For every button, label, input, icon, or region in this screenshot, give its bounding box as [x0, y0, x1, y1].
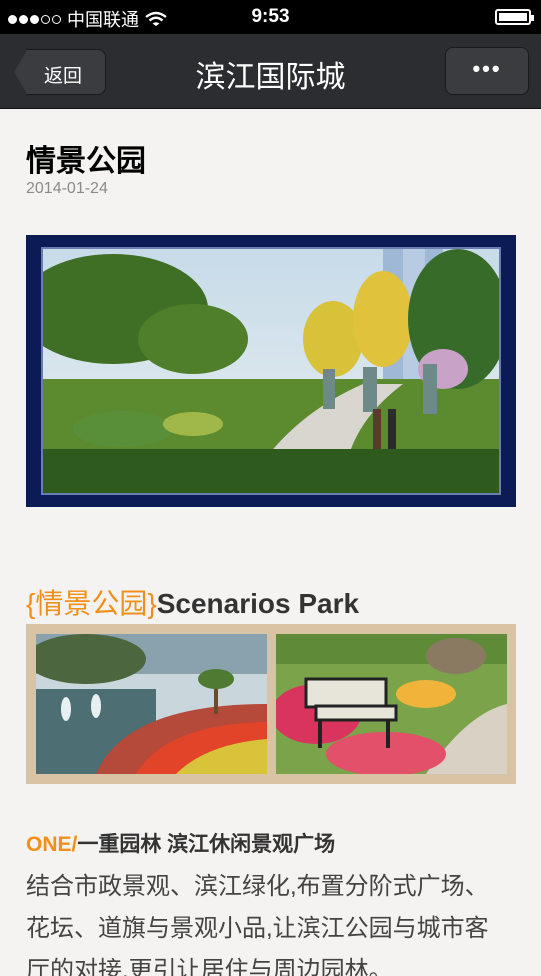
bench-photo	[276, 634, 507, 774]
nav-bar: 返回 滨江国际城 •••	[0, 34, 541, 109]
subsection-title: 一重园林 滨江休闲景观广场	[77, 833, 336, 856]
article-date: 2014-01-24	[26, 180, 108, 197]
hero-image	[26, 235, 516, 507]
section-heading-en: Scenarios Park	[156, 588, 360, 619]
subsection-number: ONE/	[26, 833, 78, 856]
more-options-button[interactable]: •••	[445, 47, 529, 95]
status-time: 9:53	[251, 6, 290, 27]
fountain-photo	[36, 634, 267, 774]
subsection-heading: ONE/一重园林 滨江休闲景观广场	[26, 828, 335, 858]
section-heading-cn: {情景公园}	[26, 588, 157, 619]
battery-icon	[495, 9, 534, 25]
section-heading: {情景公园}Scenarios Park	[26, 582, 359, 622]
article-title: 情景公园	[26, 145, 146, 178]
status-bar: 中国联通 9:53	[0, 0, 541, 34]
park-photos	[26, 624, 516, 784]
